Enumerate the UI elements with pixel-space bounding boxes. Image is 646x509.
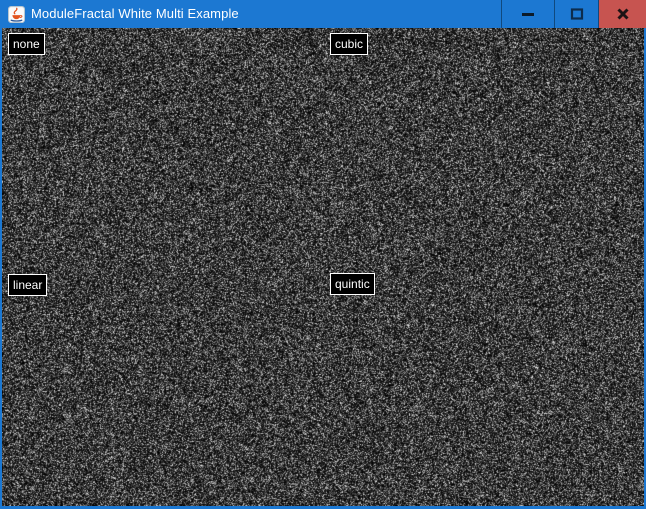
close-button[interactable] <box>598 0 646 28</box>
noise-canvas <box>2 28 644 506</box>
minimize-button[interactable] <box>502 0 554 28</box>
close-icon <box>616 7 630 21</box>
noise-viewport[interactable]: none cubic linear quintic <box>0 28 646 509</box>
titlebar[interactable]: ModuleFractal White Multi Example <box>0 0 646 28</box>
label-quintic: quintic <box>330 273 375 295</box>
label-linear: linear <box>8 274 47 296</box>
window-title: ModuleFractal White Multi Example <box>31 0 501 28</box>
java-coffee-cup-icon <box>8 6 25 23</box>
maximize-button[interactable] <box>554 0 598 28</box>
maximize-icon <box>570 7 584 21</box>
app-window: ModuleFractal White Multi Example none c <box>0 0 646 509</box>
window-controls <box>501 0 646 28</box>
label-none: none <box>8 33 45 55</box>
label-cubic: cubic <box>330 33 368 55</box>
minimize-icon <box>521 7 535 21</box>
